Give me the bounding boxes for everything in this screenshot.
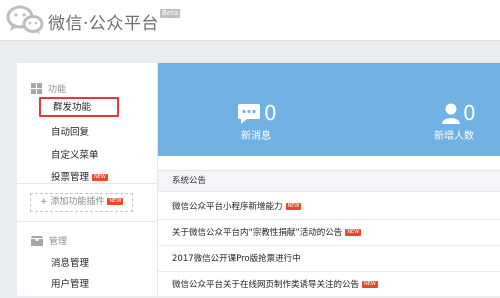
user-icon xyxy=(442,103,460,124)
sidebar-item-label: 投票管理 xyxy=(51,172,90,183)
notice-panel: 系统公告 微信公众平台小程序新增能力 NEW 关于微信公众平台内“宗教性捐献”活动… xyxy=(158,156,500,298)
section-manage: 管理 xyxy=(31,234,67,247)
top-bar: 微信·公众平台 Beta xyxy=(0,0,500,41)
notice-item[interactable]: 2017微信公开课Pro版抢票进行中 xyxy=(158,248,500,272)
stat-label: 新消息 xyxy=(241,131,271,142)
sidebar: 功能 群发功能 自动回复 自定义菜单 投票管理 NEW + 添加功能插件 NEW 管… xyxy=(17,63,158,296)
notice-item[interactable]: 关于微信公众平台内“宗教性捐献”活动的公告 NEW xyxy=(158,222,500,246)
new-badge: NEW xyxy=(92,174,108,181)
platform-title[interactable]: 微信·公众平台 xyxy=(48,9,159,34)
beta-badge: Beta xyxy=(160,9,181,18)
stat-new-messages[interactable]: 0 新消息 xyxy=(158,63,329,156)
grid-icon xyxy=(31,83,42,94)
plus-icon: + xyxy=(40,197,51,207)
new-badge: NEW xyxy=(285,203,302,210)
divider xyxy=(17,183,157,184)
sidebar-item-label: 用户管理 xyxy=(51,279,90,290)
stat-value: 0 xyxy=(264,101,277,125)
sidebar-item-messages[interactable]: 消息管理 xyxy=(51,255,89,269)
stat-label: 新增人数 xyxy=(434,131,474,142)
sidebar-item-label: 自定义菜单 xyxy=(51,150,99,161)
stat-new-followers[interactable]: 0 新增人数 xyxy=(329,63,500,156)
divider xyxy=(17,221,157,222)
section-function-label: 功能 xyxy=(48,85,67,95)
new-badge: NEW xyxy=(345,229,362,236)
notice-item[interactable]: 微信公众平台关于在线网页制作类诱导关注的公告 NEW xyxy=(158,274,500,298)
sidebar-item-auto-reply[interactable]: 自动回复 xyxy=(51,124,89,138)
section-manage-label: 管理 xyxy=(49,237,68,247)
add-plugin-button[interactable]: + 添加功能插件 NEW xyxy=(30,193,133,212)
notice-title: 微信公众平台关于在线网页制作类诱导关注的公告 xyxy=(172,280,360,290)
notice-item[interactable]: 微信公众平台小程序新增能力 NEW xyxy=(158,196,500,220)
notice-title: 关于微信公众平台内“宗教性捐献”活动的公告 xyxy=(172,228,343,238)
wechat-logo-icon[interactable] xyxy=(6,4,44,36)
sidebar-item-label: 消息管理 xyxy=(51,258,90,269)
sidebar-item-custom-menu[interactable]: 自定义菜单 xyxy=(51,147,99,161)
mail-icon xyxy=(31,235,43,246)
new-badge: NEW xyxy=(362,281,378,288)
new-badge: NEW xyxy=(107,198,124,205)
notice-heading: 系统公告 xyxy=(158,170,500,192)
stats-panel: 0 新消息 0 新增人数 xyxy=(158,63,500,156)
notice-title: 微信公众平台小程序新增能力 xyxy=(172,202,283,212)
notice-title: 2017微信公开课Pro版抢票进行中 xyxy=(172,254,301,264)
section-function: 功能 xyxy=(31,82,66,95)
sidebar-item-label: 群发功能 xyxy=(53,102,92,113)
stat-value: 0 xyxy=(463,101,476,125)
add-plugin-label: 添加功能插件 xyxy=(50,197,105,207)
message-icon xyxy=(238,104,260,124)
sidebar-item-label: 自动回复 xyxy=(51,127,90,138)
sidebar-item-vote[interactable]: 投票管理 NEW xyxy=(51,169,108,183)
sidebar-item-users[interactable]: 用户管理 xyxy=(51,276,89,290)
sidebar-item-mass-send[interactable]: 群发功能 xyxy=(39,97,119,117)
